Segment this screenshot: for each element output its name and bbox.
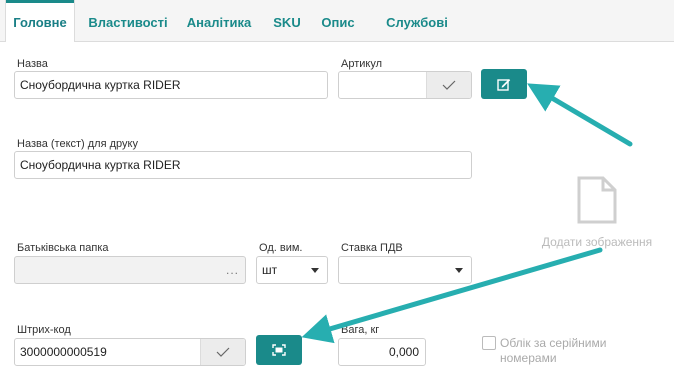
weight-label: Вага, кг bbox=[341, 324, 380, 336]
unit-label: Од. вим. bbox=[259, 242, 303, 254]
barcode-icon bbox=[272, 344, 286, 356]
tab-service[interactable]: Службові bbox=[380, 0, 454, 42]
edit-icon bbox=[497, 79, 511, 91]
weight-field[interactable]: 0,000 bbox=[338, 338, 426, 366]
chevron-down-icon bbox=[455, 268, 463, 273]
parent-folder-field[interactable]: ... bbox=[14, 256, 246, 284]
tab-description[interactable]: Опис bbox=[318, 0, 358, 42]
check-icon bbox=[216, 347, 230, 357]
edit-article-button[interactable] bbox=[481, 69, 527, 99]
barcode-value: 3000000000519 bbox=[20, 345, 107, 359]
print-name-field[interactable]: Сноубордична куртка RIDER bbox=[14, 151, 472, 179]
unit-value: шт bbox=[262, 263, 278, 277]
add-image-area[interactable]: Додати зображення bbox=[530, 176, 664, 249]
vat-select[interactable] bbox=[338, 256, 472, 284]
document-icon bbox=[577, 176, 617, 224]
barcode-label: Штрих-код bbox=[17, 324, 71, 336]
arrow-to-edit-button bbox=[527, 83, 633, 147]
print-name-label: Назва (текст) для друку bbox=[17, 138, 138, 150]
generate-barcode-button[interactable] bbox=[256, 335, 302, 365]
tab-bar: Головне Властивості Аналітика SKU Опис С… bbox=[0, 0, 674, 42]
tab-properties[interactable]: Властивості bbox=[85, 0, 171, 42]
tab-main[interactable]: Головне bbox=[5, 0, 75, 42]
serial-tracking-checkbox[interactable] bbox=[482, 336, 496, 350]
check-icon bbox=[442, 80, 456, 90]
barcode-field[interactable]: 3000000000519 bbox=[14, 338, 246, 366]
article-field[interactable] bbox=[338, 71, 472, 99]
article-confirm-button[interactable] bbox=[426, 72, 471, 98]
article-label: Артикул bbox=[341, 58, 383, 70]
unit-select[interactable]: шт bbox=[256, 256, 328, 284]
barcode-confirm-button[interactable] bbox=[200, 339, 245, 365]
serial-tracking-label: Облік за серійними номерами bbox=[500, 336, 607, 365]
name-label: Назва bbox=[17, 58, 48, 70]
vat-label: Ставка ПДВ bbox=[341, 242, 403, 254]
parent-folder-label: Батьківська папка bbox=[17, 242, 109, 254]
add-image-label: Додати зображення bbox=[541, 235, 653, 249]
chevron-down-icon bbox=[311, 268, 319, 273]
name-field[interactable]: Сноубордична куртка RIDER bbox=[14, 71, 328, 99]
tab-sku[interactable]: SKU bbox=[268, 0, 306, 42]
tab-analytics[interactable]: Аналітика bbox=[182, 0, 256, 42]
parent-folder-browse-button[interactable]: ... bbox=[226, 257, 239, 283]
